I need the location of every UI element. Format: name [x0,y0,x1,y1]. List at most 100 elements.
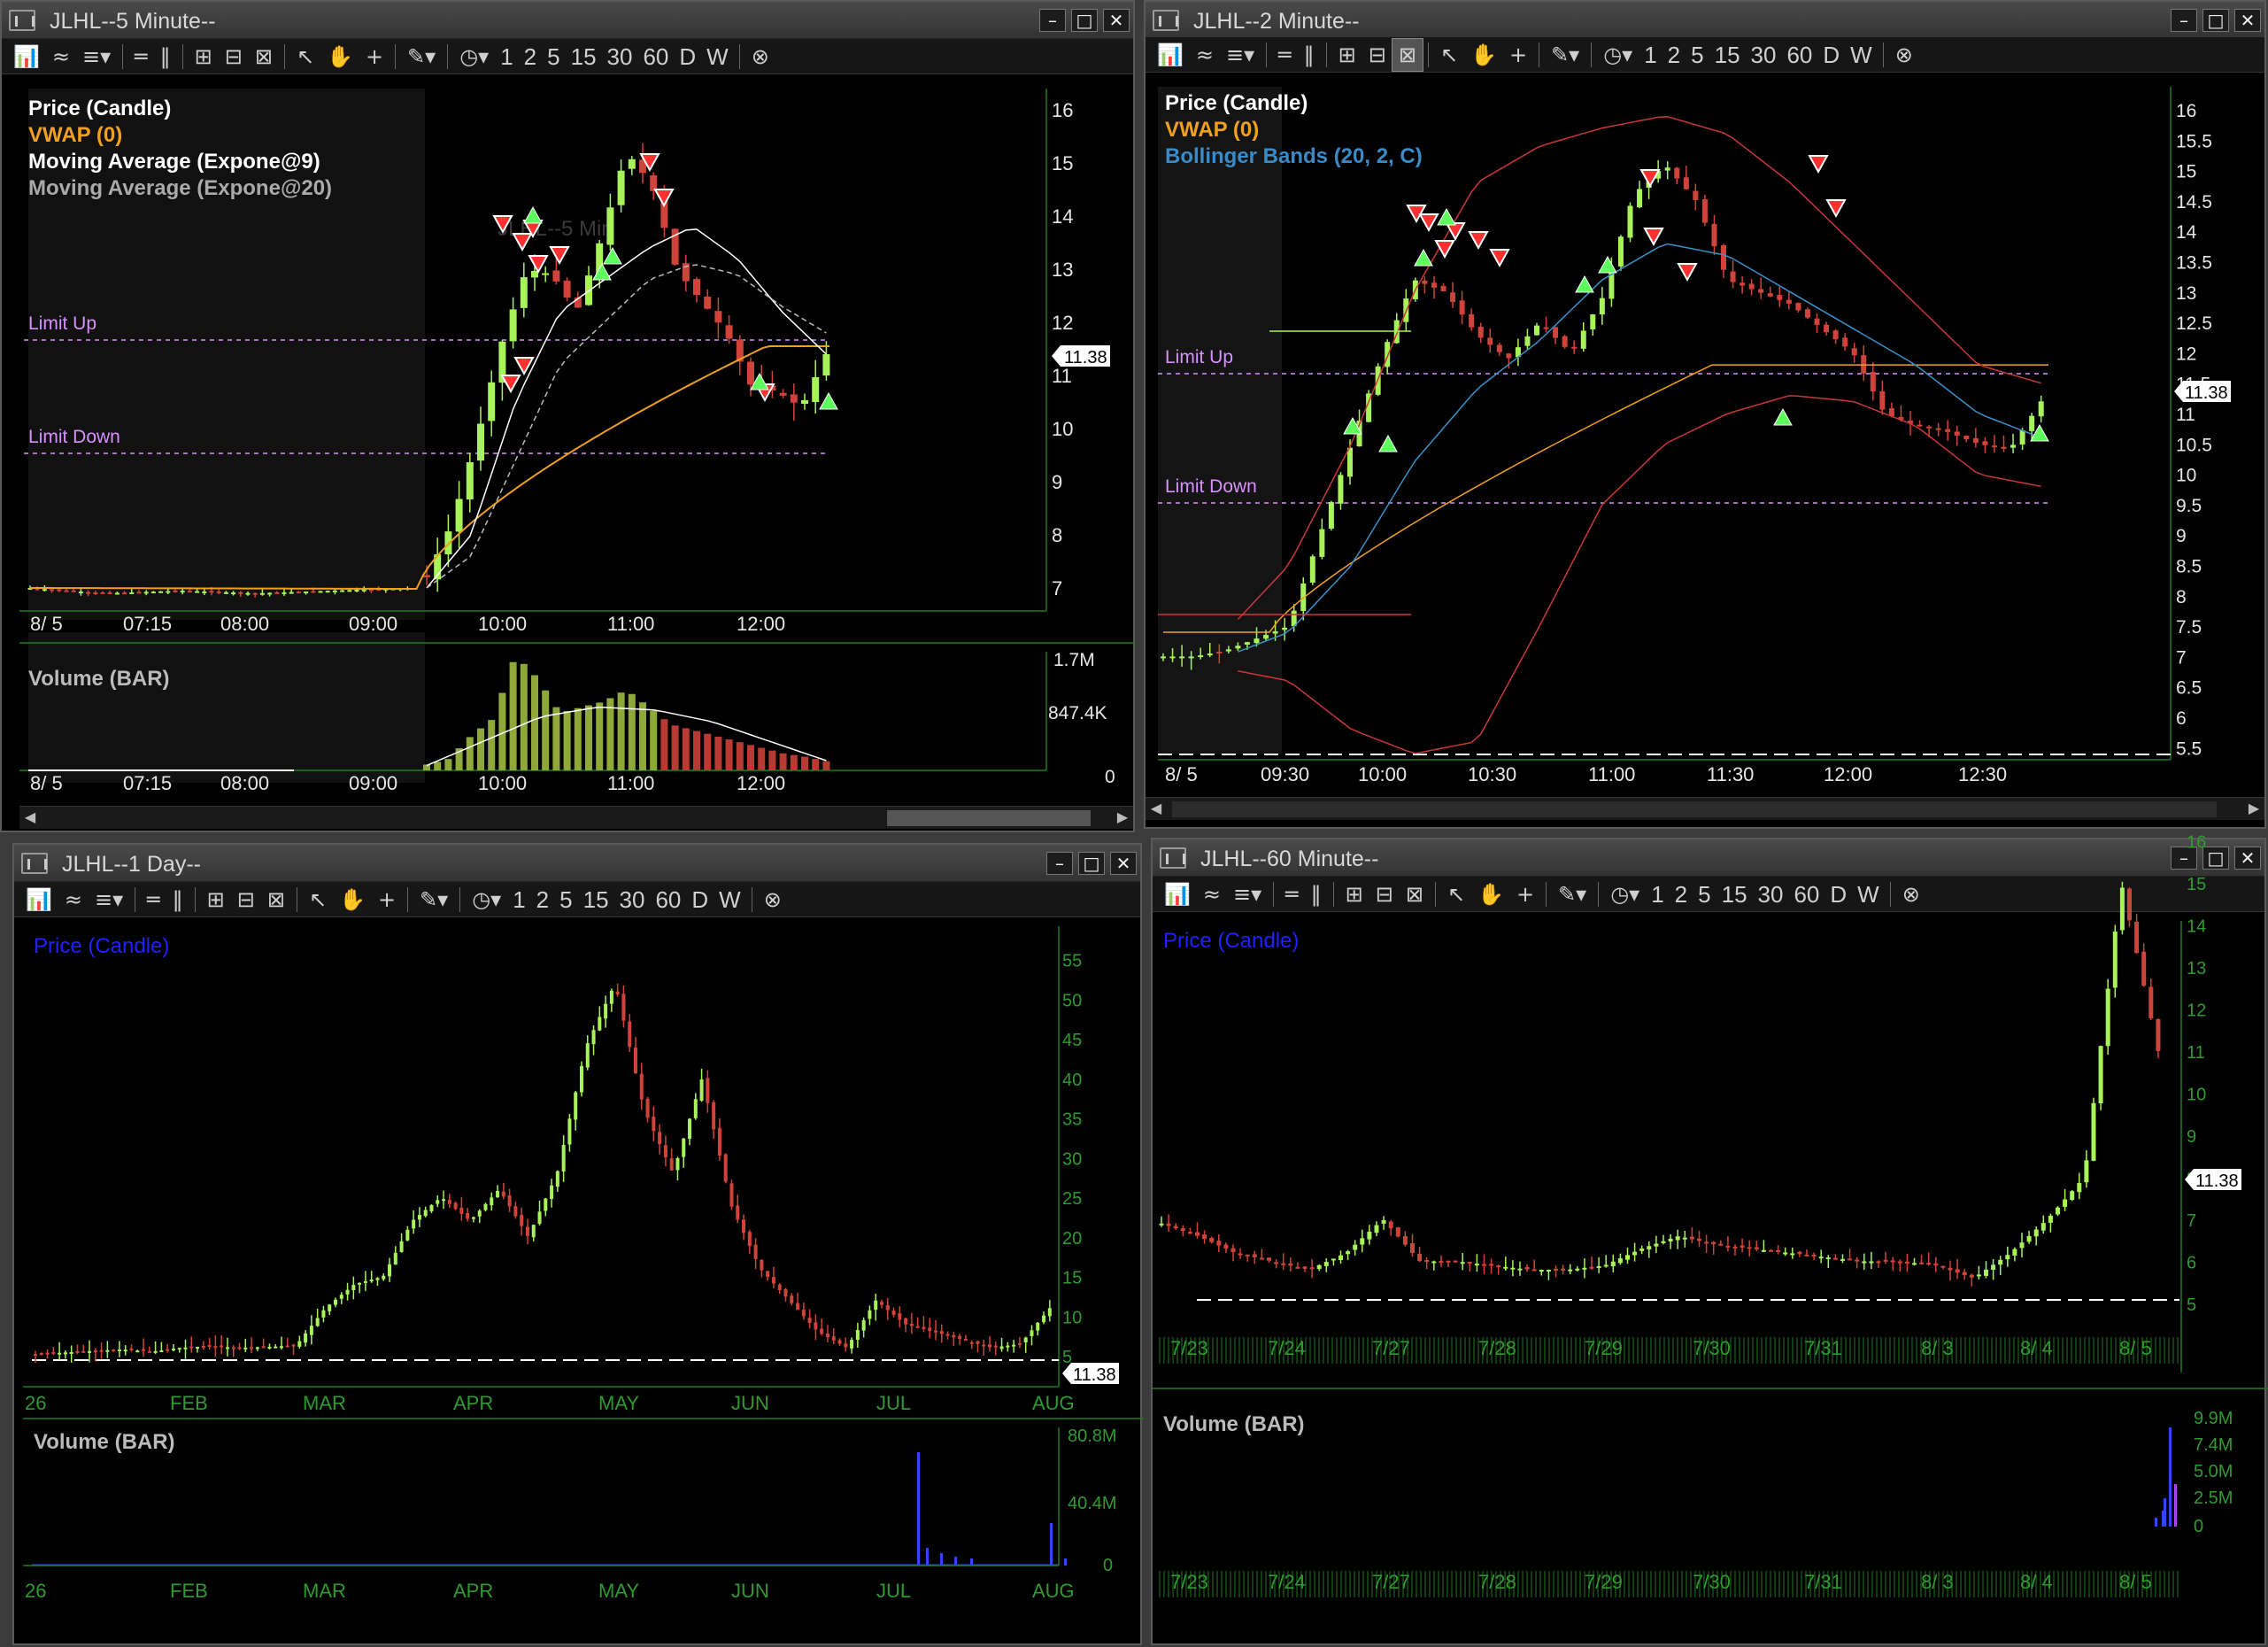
bar-spacing-icon[interactable]: ═ [1272,39,1297,71]
interval-button-2[interactable]: 2 [1662,39,1686,71]
interval-button-15[interactable]: 15 [1716,878,1753,910]
zoom-out-icon[interactable]: ⊟ [219,41,249,73]
interval-button-5[interactable]: 5 [554,884,577,916]
chart-type-icon[interactable]: 📊 [1158,878,1197,910]
minimize-button[interactable]: – [2171,9,2197,32]
interval-button-2[interactable]: 2 [531,884,554,916]
pencil-icon[interactable]: ✎▾ [413,884,454,916]
price-chart[interactable]: 1615.51514.51413.51312.51211.51110.5109.… [1146,73,2268,834]
pointer-icon[interactable]: ↖ [303,884,333,916]
scroll-right-icon[interactable]: ▶ [2243,798,2264,821]
zoom-in-icon[interactable]: ⊞ [1332,39,1362,71]
interval-button-d[interactable]: D [674,41,701,73]
indicator-icon[interactable]: ≈ [1197,878,1227,910]
interval-button-60[interactable]: 60 [637,41,674,73]
interval-button-d[interactable]: D [1824,878,1852,910]
hand-icon[interactable]: ✋ [1464,39,1503,71]
chart-type-icon[interactable]: 📊 [1151,39,1190,71]
maximize-button[interactable]: □ [2202,9,2229,32]
pencil-icon[interactable]: ✎▾ [1552,878,1593,910]
interval-button-60[interactable]: 60 [650,884,686,916]
studies-dropdown-icon[interactable]: ≡▾ [76,41,117,73]
price-chart[interactable]: 16 15 14 13 12 11 10 9 8 7 8/ 5 8/ 5 07:15 07:15 08:00… [2,74,1137,836]
clock-icon[interactable]: ◷▾ [1597,39,1639,71]
bar-spacing-icon[interactable]: ═ [128,41,153,73]
interval-button-5[interactable]: 5 [1686,39,1709,71]
zoom-out-icon[interactable]: ⊟ [1369,878,1400,910]
close-button[interactable]: ✕ [2234,847,2261,870]
zoom-in-icon[interactable]: ⊞ [1339,878,1369,910]
horizontal-scrollbar[interactable]: ◀ ▶ [1146,797,2264,820]
interval-button-1[interactable]: 1 [495,41,518,73]
maximize-button[interactable]: □ [2202,847,2229,870]
interval-button-60[interactable]: 60 [1781,39,1817,71]
interval-button-1[interactable]: 1 [1639,39,1662,71]
close-button[interactable]: ✕ [2234,9,2261,32]
title-bar[interactable]: JLHL--5 Minute-- – □ ✕ [2,2,1133,39]
crosshair-icon[interactable]: + [1503,39,1533,71]
chart-type-icon[interactable]: 📊 [19,884,58,916]
interval-button-30[interactable]: 30 [1746,39,1782,71]
pointer-icon[interactable]: ↖ [1441,878,1471,910]
interval-button-d[interactable]: D [1817,39,1845,71]
title-bar[interactable]: JLHL--1 Day-- – □ ✕ [14,845,1140,882]
interval-button-2[interactable]: 2 [519,41,542,73]
chart-window-2-minute[interactable]: JLHL--2 Minute-- – □ ✕ 📊 ≈ ≡▾ ═ ‖ ⊞ ⊟ ⊠ ↖ ✋ + ✎▾ ◷▾ 1 2 5… [1144,0,2266,829]
studies-dropdown-icon[interactable]: ≡▾ [1227,878,1268,910]
price-chart[interactable]: 5550454035302520151052626FEBFEBMARMARAPR… [14,917,1144,1647]
studies-dropdown-icon[interactable]: ≡▾ [1220,39,1261,71]
scroll-thumb[interactable] [887,810,1091,826]
interval-button-60[interactable]: 60 [1788,878,1824,910]
split-icon[interactable]: ‖ [154,41,177,73]
interval-button-5[interactable]: 5 [542,41,565,73]
scroll-thumb[interactable] [1172,801,2217,817]
hand-icon[interactable]: ✋ [1471,878,1510,910]
crosshair-icon[interactable]: + [1510,878,1540,910]
clock-icon[interactable]: ◷▾ [1604,878,1646,910]
indicator-icon[interactable]: ≈ [1190,39,1220,71]
scroll-left-icon[interactable]: ◀ [1146,798,1167,821]
split-icon[interactable]: ‖ [166,884,189,916]
horizontal-scrollbar[interactable]: ◀ ▶ [19,806,1133,829]
interval-button-w[interactable]: W [701,41,734,73]
zoom-in-icon[interactable]: ⊞ [201,884,231,916]
zoom-fit-icon[interactable]: ⊠ [1400,878,1430,910]
scroll-left-icon[interactable]: ◀ [19,807,41,830]
interval-button-w[interactable]: W [1845,39,1878,71]
zoom-fit-icon[interactable]: ⊠ [1391,37,1423,72]
zoom-in-icon[interactable]: ⊞ [189,41,219,73]
chart-window-5-minute[interactable]: JLHL--5 Minute-- – □ ✕ 📊 ≈ ≡▾ ═ ‖ ⊞ ⊟ ⊠ ↖ ✋ + ✎▾ ◷▾ 1 2 5… [0,0,1135,832]
crosshair-icon[interactable]: + [372,884,402,916]
studies-dropdown-icon[interactable]: ≡▾ [89,884,129,916]
split-icon[interactable]: ‖ [1305,878,1328,910]
bar-spacing-icon[interactable]: ═ [141,884,166,916]
close-circle-icon[interactable]: ⊗ [1889,39,1919,71]
pencil-icon[interactable]: ✎▾ [1545,39,1585,71]
title-bar[interactable]: JLHL--2 Minute-- – □ ✕ [1146,2,2264,39]
close-circle-icon[interactable]: ⊗ [758,884,788,916]
minimize-button[interactable]: – [1039,9,1066,32]
interval-button-15[interactable]: 15 [566,41,602,73]
zoom-fit-icon[interactable]: ⊠ [249,41,279,73]
interval-button-1[interactable]: 1 [507,884,530,916]
hand-icon[interactable]: ✋ [320,41,359,73]
close-button[interactable]: ✕ [1110,852,1137,875]
interval-button-5[interactable]: 5 [1693,878,1716,910]
pointer-icon[interactable]: ↖ [290,41,320,73]
scroll-right-icon[interactable]: ▶ [1112,807,1133,830]
pencil-icon[interactable]: ✎▾ [401,41,442,73]
interval-button-30[interactable]: 30 [1753,878,1789,910]
zoom-out-icon[interactable]: ⊟ [231,884,261,916]
bar-spacing-icon[interactable]: ═ [1279,878,1304,910]
pointer-icon[interactable]: ↖ [1434,39,1464,71]
price-chart[interactable]: 16151413121110987657/237/237/247/247/277… [1153,833,2268,1647]
interval-button-30[interactable]: 30 [614,884,651,916]
interval-button-1[interactable]: 1 [1646,878,1669,910]
chart-window-60-minute[interactable]: JLHL--60 Minute-- – □ ✕ 📊 ≈ ≡▾ ═ ‖ ⊞ ⊟ ⊠ ↖ ✋ + ✎▾ ◷▾ 1 2… [1151,833,2268,1647]
zoom-out-icon[interactable]: ⊟ [1362,39,1392,71]
interval-button-15[interactable]: 15 [578,884,614,916]
interval-button-2[interactable]: 2 [1670,878,1693,910]
close-circle-icon[interactable]: ⊗ [745,41,775,73]
interval-button-d[interactable]: D [686,884,714,916]
hand-icon[interactable]: ✋ [333,884,372,916]
